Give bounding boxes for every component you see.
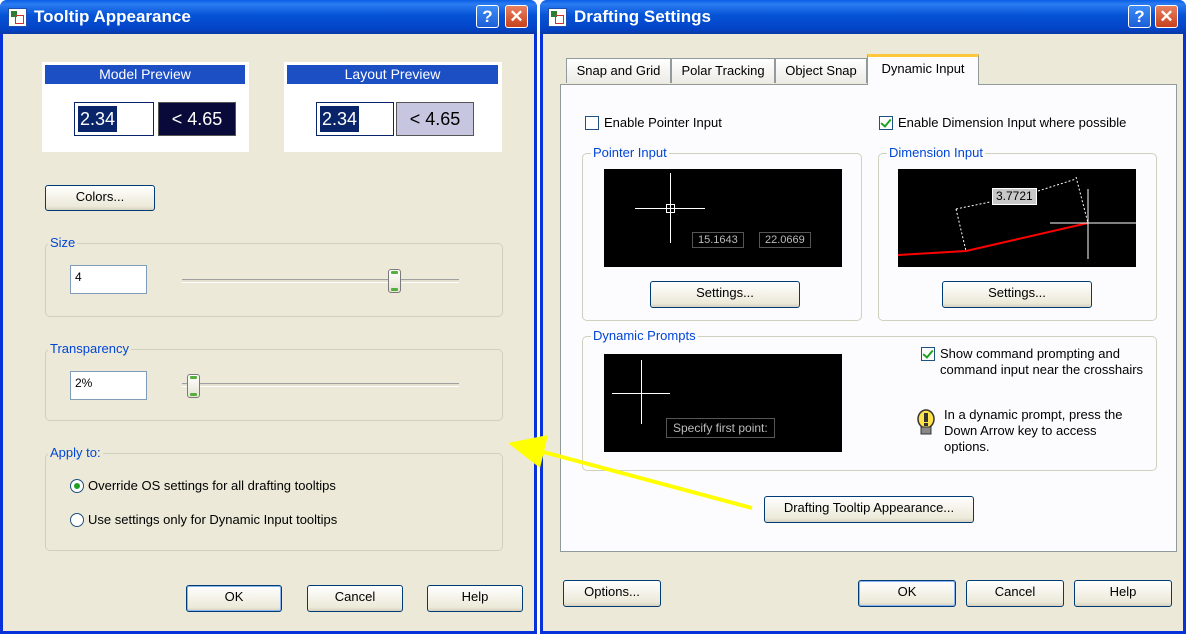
layout-preview-field-1: 2.34 [316,102,394,136]
apply-to-legend: Apply to: [48,445,103,460]
dynamic-input-only-label[interactable]: Use settings only for Dynamic Input tool… [88,512,337,527]
colors-button[interactable]: Colors... [45,185,155,211]
dimension-input-group: Dimension Input 3.7721 Settings... [878,145,1157,321]
size-input[interactable]: 4 [70,265,147,294]
window-title: Tooltip Appearance [34,7,191,26]
dimension-input-legend: Dimension Input [887,145,985,160]
pointer-input-group: Pointer Input 15.1643 22.0669 Settings..… [582,145,862,321]
dynamic-prompt-info-line1: In a dynamic prompt, press the [944,407,1123,422]
enable-dimension-input-label[interactable]: Enable Dimension Input where possible [898,115,1126,130]
app-icon [548,8,567,27]
drafting-tooltip-appearance-button[interactable]: Drafting Tooltip Appearance... [764,496,974,523]
size-legend: Size [48,235,78,250]
tooltip-ok-button[interactable]: OK [186,585,282,612]
tab-dynamic-input[interactable]: Dynamic Input [867,54,979,85]
override-os-radio[interactable] [70,479,84,493]
tooltip-appearance-window: Tooltip Appearance ? ✕ Model Preview 2.3… [0,0,537,634]
tab-object-snap[interactable]: Object Snap [775,58,867,83]
model-preview-panel: Model Preview 2.34 < 4.65 [42,62,249,152]
size-slider-thumb[interactable] [388,269,401,293]
enable-pointer-input-label[interactable]: Enable Pointer Input [604,115,722,130]
crosshair-pickbox-icon [666,204,675,213]
transparency-slider-track[interactable] [182,383,459,387]
tab-snap-and-grid[interactable]: Snap and Grid [566,58,671,83]
dimension-preview-drawing [898,176,1136,259]
pointer-input-legend: Pointer Input [591,145,669,160]
pointer-coord-y: 22.0669 [759,232,811,248]
model-preview-header: Model Preview [45,65,245,84]
layout-preview-header: Layout Preview [287,65,498,84]
model-preview-value-1: 2.34 [78,106,118,132]
drafting-ok-button[interactable]: OK [858,580,956,607]
help-icon[interactable]: ? [476,5,499,28]
dynamic-prompt-info-line2: Down Arrow key to access [944,423,1097,438]
tooltip-help-button[interactable]: Help [427,585,523,612]
pointer-settings-button[interactable]: Settings... [650,281,800,308]
drafting-settings-titlebar[interactable]: Drafting Settings ? ✕ [540,0,1186,34]
tooltip-cancel-button[interactable]: Cancel [307,585,403,612]
apply-to-group: Apply to: Override OS settings for all d… [45,445,503,551]
dynamic-prompts-preview: Specify first point: [604,354,842,452]
prompt-crosshair-vertical [641,360,642,424]
transparency-legend: Transparency [48,341,131,356]
dimension-input-preview: 3.7721 [898,169,1136,267]
show-command-prompting-label-line2[interactable]: command input near the crosshairs [940,362,1143,377]
override-os-label[interactable]: Override OS settings for all drafting to… [88,478,336,493]
layout-preview-field-2: < 4.65 [396,102,474,136]
prompt-tooltip: Specify first point: [666,418,775,438]
drafting-help-button[interactable]: Help [1074,580,1172,607]
layout-preview-value-1: 2.34 [320,106,360,132]
close-icon[interactable]: ✕ [505,5,528,28]
tab-polar-tracking[interactable]: Polar Tracking [671,58,775,83]
enable-pointer-input-checkbox[interactable] [585,116,599,130]
show-command-prompting-checkbox[interactable] [921,347,935,361]
model-preview-field-2: < 4.65 [158,102,236,136]
transparency-slider-thumb[interactable] [187,374,200,398]
enable-dimension-input-checkbox[interactable] [879,116,893,130]
size-group: Size 4 [45,235,503,317]
transparency-group: Transparency 2% [45,341,503,421]
pointer-input-preview: 15.1643 22.0669 [604,169,842,267]
layout-preview-panel: Layout Preview 2.34 < 4.65 [284,62,502,152]
dynamic-prompts-group: Dynamic Prompts Specify first point: Sho… [582,328,1157,471]
dynamic-prompt-info-line3: options. [944,439,990,454]
transparency-input[interactable]: 2% [70,371,147,400]
show-command-prompting-label-line1[interactable]: Show command prompting and [940,346,1120,361]
options-button[interactable]: Options... [563,580,661,607]
dynamic-prompts-legend: Dynamic Prompts [591,328,698,343]
help-icon[interactable]: ? [1128,5,1151,28]
model-preview-field-1: 2.34 [74,102,154,136]
dynamic-input-only-radio[interactable] [70,513,84,527]
pointer-coord-x: 15.1643 [692,232,744,248]
close-icon[interactable]: ✕ [1155,5,1178,28]
dynamic-input-tab-page: Enable Pointer Input Enable Dimension In… [560,84,1177,552]
drafting-cancel-button[interactable]: Cancel [966,580,1064,607]
size-slider-track[interactable] [182,279,459,283]
dimension-settings-button[interactable]: Settings... [942,281,1092,308]
tooltip-appearance-titlebar[interactable]: Tooltip Appearance ? ✕ [0,0,537,34]
window-title: Drafting Settings [574,7,711,26]
drafting-settings-window: Drafting Settings ? ✕ Snap and Grid Pola… [540,0,1186,634]
app-icon [8,8,27,27]
dimension-value-box: 3.7721 [992,188,1037,205]
lightbulb-icon [917,409,935,435]
